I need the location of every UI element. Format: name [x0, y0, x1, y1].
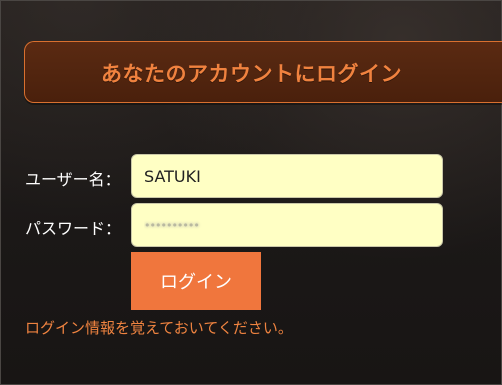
password-input[interactable]: [131, 203, 443, 247]
login-button[interactable]: ログイン: [131, 252, 261, 310]
password-label: パスワード：: [25, 219, 122, 238]
page-title: あなたのアカウントにログイン: [101, 62, 402, 86]
remember-login-link[interactable]: ログイン情報を覚えておいてください。: [25, 317, 293, 338]
username-input[interactable]: [131, 154, 443, 198]
login-header: あなたのアカウントにログイン: [24, 41, 502, 103]
username-label: ユーザー名：: [25, 170, 121, 189]
